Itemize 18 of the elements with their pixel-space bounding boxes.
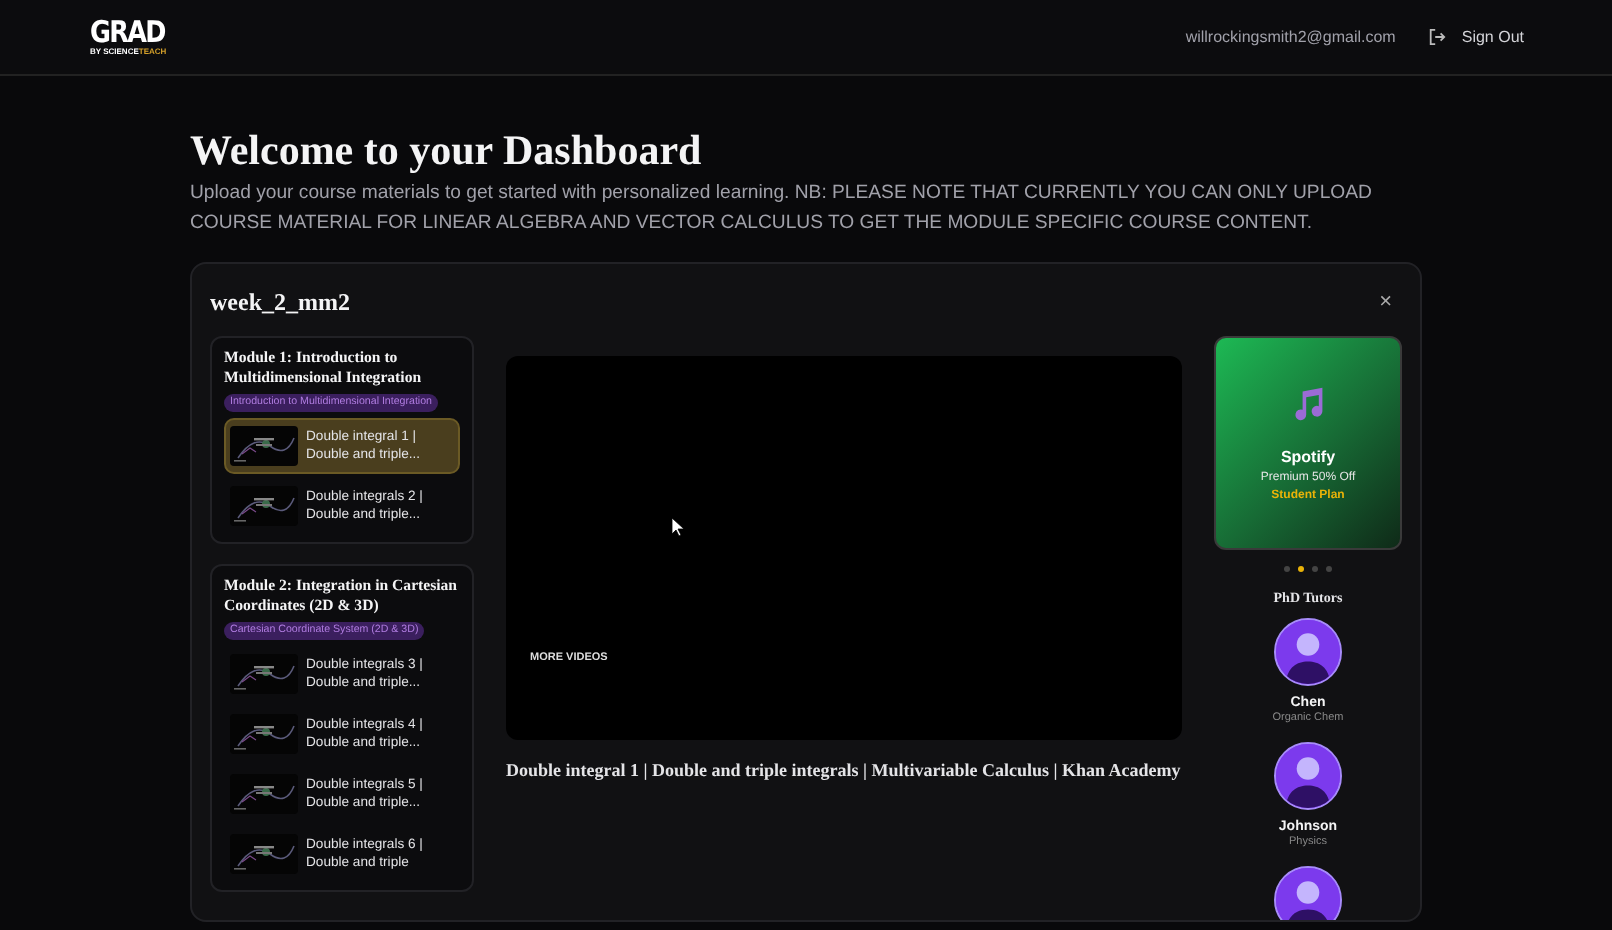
video-title: Double integral 1 | Double and triple integrals | Multivariable Calculus | Khan Academy (506, 758, 1182, 784)
sign-out-button[interactable]: Sign Out (1461, 25, 1524, 49)
course-title: week_2_mm2 (210, 286, 350, 320)
carousel-dot[interactable] (1312, 566, 1318, 572)
page-description: Upload your course materials to get started with personalized learning. NB: PLEASE NOTE THAT CURRENTLY YOU CAN ONLY UPLOAD COURSE MATERIAL FOR LINEAR ALGEBRA AND VECTOR CALCULUS TO GET THE MODULE SPECIFIC COURSE CONTENT. (190, 180, 1374, 238)
tutor-avatar[interactable] (1274, 741, 1342, 809)
carousel-dot[interactable] (1298, 566, 1304, 572)
carousel-dot[interactable] (1284, 566, 1290, 572)
carousel-dot[interactable] (1326, 566, 1332, 572)
close-button[interactable]: × (1369, 291, 1402, 313)
promo-brand: Spotify (1280, 445, 1336, 469)
tutor-avatar[interactable] (1274, 617, 1342, 685)
cursor-icon (672, 518, 684, 537)
user-email: willrockingsmith2@gmail.com (1185, 25, 1396, 49)
tutor-avatar[interactable] (1274, 865, 1342, 920)
sign-out-icon[interactable] (1427, 27, 1446, 46)
page-title: Welcome to your Dashboard (190, 126, 704, 174)
music-note-icon (1290, 386, 1326, 423)
